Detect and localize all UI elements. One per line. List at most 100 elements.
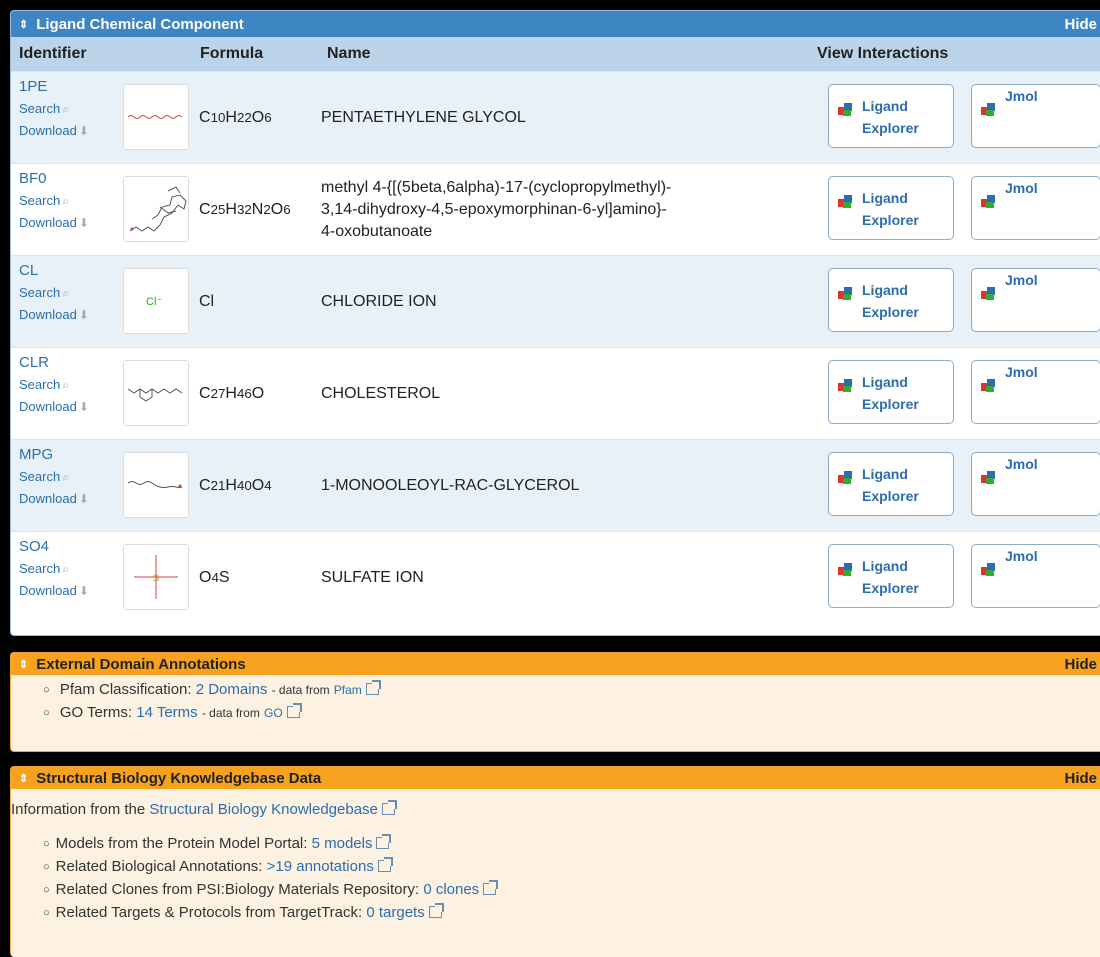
sbkb-item-link[interactable]: 5 models [312, 835, 373, 852]
go-label: GO Terms: [59, 704, 133, 721]
sbkb-panel-header: ⇕ Structural Biology Knowledgebase Data … [11, 767, 1100, 789]
download-link[interactable]: Download ⬇ [19, 212, 89, 234]
search-link[interactable]: Search ⌕ [19, 98, 89, 120]
download-icon: ⬇ [78, 492, 89, 506]
ligand-id-link[interactable]: 1PE [19, 76, 89, 98]
sbkb-panel-title: Structural Biology Knowledgebase Data [36, 769, 322, 787]
jmol-label: Jmol [1005, 272, 1038, 288]
download-icon: ⬇ [78, 124, 89, 138]
table-row: MPG Search ⌕ Download ⬇ C 21 H 40 O 4 1-MONOOLEOY… [11, 439, 1100, 531]
external-link-icon[interactable] [286, 703, 302, 718]
ligand-id-link[interactable]: BF0 [19, 168, 89, 190]
ligand-explorer-button[interactable]: Ligand Explorer [828, 360, 954, 424]
ligand-explorer-button[interactable]: Ligand Explorer [828, 452, 954, 516]
ligand-structure-thumbnail[interactable] [123, 176, 189, 242]
table-row: BF0 Search ⌕ Download ⬇ C 25 H 32 N2 O 6 methyl 4… [11, 163, 1100, 255]
download-icon: ⬇ [78, 308, 89, 322]
ligand-explorer-button[interactable]: Ligand Explorer [828, 544, 954, 608]
ligand-structure-thumbnail[interactable]: S [123, 544, 189, 610]
table-row: CL Search ⌕ Download ⬇ Cl⁻ Cl CHLORIDE ION Ligan… [11, 255, 1100, 347]
ligand-cube-icon [981, 287, 995, 300]
ligand-id-link[interactable]: CL [19, 260, 89, 282]
ligand-cube-icon [838, 471, 852, 484]
jmol-button[interactable]: Jmol [971, 268, 1100, 332]
search-link[interactable]: Search ⌕ [19, 282, 89, 304]
table-row: CLR Search ⌕ Download ⬇ C 27 H 46 O CHOLESTEROL L… [11, 347, 1100, 439]
external-link-icon[interactable] [381, 800, 397, 815]
download-link[interactable]: Download ⬇ [19, 304, 89, 326]
table-row: SO4 Search ⌕ Download ⬇ S O 4 S SULFATE ION Ligan… [11, 531, 1100, 623]
toggle-icon[interactable]: ⇕ [19, 772, 28, 785]
col-name: Name [327, 45, 371, 62]
ligand-explorer-button[interactable]: Ligand Explorer [828, 268, 954, 332]
hide-ligand-button[interactable]: Hide [1064, 16, 1100, 33]
jmol-button[interactable]: Jmol [971, 544, 1100, 608]
search-link[interactable]: Search ⌕ [19, 374, 89, 396]
ligand-structure-thumbnail[interactable] [123, 452, 189, 518]
jmol-label: Jmol [1005, 364, 1038, 380]
download-link[interactable]: Download ⬇ [19, 488, 89, 510]
pfam-label: Pfam Classification: [59, 681, 192, 698]
external-link-icon[interactable] [365, 680, 381, 695]
jmol-button[interactable]: Jmol [971, 360, 1100, 424]
ligand-explorer-button[interactable]: Ligand Explorer [828, 84, 954, 148]
download-icon: ⬇ [78, 584, 89, 598]
ligand-structure-thumbnail[interactable] [123, 84, 189, 150]
sbkb-item-link[interactable]: >19 annotations [267, 858, 374, 875]
sbkb-item-label: Models from the Protein Model Portal: [55, 835, 312, 852]
table-row: 1PE Search ⌕ Download ⬇ C 10 H 22 O 6 PENTAETHYLE… [11, 71, 1100, 163]
download-link[interactable]: Download ⬇ [19, 396, 89, 418]
ligand-panel-header: ⇕ Ligand Chemical Component Hide [11, 11, 1100, 37]
sbkb-item: Related Targets & Protocols from TargetT… [43, 902, 1100, 925]
ligand-id-link[interactable]: SO4 [19, 536, 89, 558]
jmol-label: Jmol [1005, 180, 1038, 196]
jmol-label: Jmol [1005, 548, 1038, 564]
search-icon: ⌕ [62, 286, 69, 300]
external-link-icon[interactable] [483, 880, 499, 895]
sbkb-item-link[interactable]: 0 targets [366, 904, 424, 921]
go-source-link[interactable]: GO [264, 706, 283, 720]
svg-text:S: S [153, 573, 159, 583]
search-icon: ⌕ [62, 194, 69, 208]
ligand-id-link[interactable]: MPG [19, 444, 89, 466]
go-terms-link[interactable]: 14 Terms [136, 704, 197, 721]
pfam-domains-link[interactable]: 2 Domains [196, 681, 268, 698]
go-item: GO Terms: 14 Terms - data from GO [43, 702, 1100, 725]
search-link[interactable]: Search ⌕ [19, 558, 89, 580]
sbkb-link[interactable]: Structural Biology Knowledgebase [149, 801, 377, 818]
jmol-button[interactable]: Jmol [971, 452, 1100, 516]
hide-sbkb-button[interactable]: Hide [1064, 770, 1100, 787]
external-link-icon[interactable] [376, 834, 392, 849]
sbkb-panel: ⇕ Structural Biology Knowledgebase Data … [10, 766, 1100, 957]
ligand-cube-icon [981, 103, 995, 116]
ligand-structure-thumbnail[interactable]: Cl⁻ [123, 268, 189, 334]
download-icon: ⬇ [78, 216, 89, 230]
ligand-cube-icon [838, 195, 852, 208]
search-link[interactable]: Search ⌕ [19, 466, 89, 488]
ligand-explorer-label: Ligand Explorer [862, 282, 919, 320]
sbkb-intro: Information from the Structural Biology … [11, 789, 1100, 821]
jmol-button[interactable]: Jmol [971, 176, 1100, 240]
search-link[interactable]: Search ⌕ [19, 190, 89, 212]
external-link-icon[interactable] [377, 857, 393, 872]
pfam-source-link[interactable]: Pfam [334, 683, 362, 697]
download-link[interactable]: Download ⬇ [19, 120, 89, 142]
toggle-icon[interactable]: ⇕ [19, 18, 28, 31]
ligand-explorer-button[interactable]: Ligand Explorer [828, 176, 954, 240]
search-icon: ⌕ [62, 470, 69, 484]
hide-external-button[interactable]: Hide [1064, 656, 1100, 673]
formula-cell: C 10 H 22 O6 [199, 108, 272, 126]
sbkb-item-label: Related Targets & Protocols from TargetT… [55, 904, 367, 921]
external-panel-header: ⇕ External Domain Annotations Hide [11, 653, 1100, 675]
jmol-button[interactable]: Jmol [971, 84, 1100, 148]
sbkb-item-label: Related Biological Annotations: [55, 858, 267, 875]
ligand-table-body: 1PE Search ⌕ Download ⬇ C 10 H 22 O 6 PENTAETHYLE… [11, 71, 1100, 623]
toggle-icon[interactable]: ⇕ [19, 658, 28, 671]
download-link[interactable]: Download ⬇ [19, 580, 89, 602]
external-link-icon[interactable] [428, 903, 444, 918]
ligand-id-link[interactable]: CLR [19, 352, 89, 374]
sbkb-item-link[interactable]: 0 clones [423, 881, 479, 898]
ligand-structure-thumbnail[interactable] [123, 360, 189, 426]
search-icon: ⌕ [62, 378, 69, 392]
search-icon: ⌕ [62, 562, 69, 576]
